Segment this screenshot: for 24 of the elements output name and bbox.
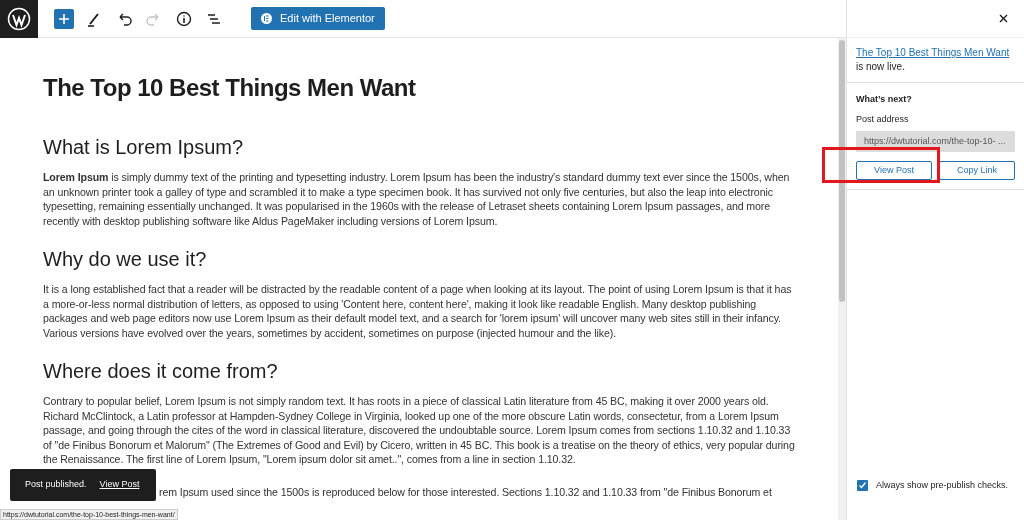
- elementor-logo-icon: [261, 13, 272, 24]
- post-title-link[interactable]: The Top 10 Best Things Men Want: [856, 47, 1010, 58]
- notice-text: is now live.: [856, 61, 905, 72]
- section-heading[interactable]: What is Lorem Ipsum?: [43, 134, 798, 160]
- post-title[interactable]: The Top 10 Best Things Men Want: [43, 72, 798, 104]
- paragraph[interactable]: Contrary to popular belief, Lorem Ipsum is not simply random text. It has roots in a piece of classical Latin literature from 45 BC, making it over 2000 years old. Richard McClintock, a Latin professor at Hampden-Sydney College in Virginia, looked up one of the more obscure Latin words, consectetur, from a Lorem Ipsum passage, and going through the cites of the word in classical literature, discovered the undoubtable source. Lorem Ipsum comes from sections 1.10.32 and 1.10.33 of "de Finibus Bonorum et Malorum" (The Extremes of Good and Evil) by Cicero, written in 45 BC. This book is a treatise on the theory of ethics, very popular during the Renaissance. The first line of Lorem Ipsum, "Lorem ipsum dolor sit amet..", comes from a line in section 1.10.32.: [43, 394, 798, 467]
- close-icon[interactable]: [999, 14, 1008, 23]
- paragraph[interactable]: Lorem Ipsum is simply dummy text of the printing and typesetting industry. Lorem Ipsum has been the industry's standard dummy text ever since the 1500s, when an unknown printer took a galley of type and scrambled it to make a type specimen book. It has survived not only five centuries, but also the leap into electronic typesetting, remaining essentially unchanged. It was popularised in the 1960s with the release of Letraset sheets containing Lorem Ipsum passages, and more recently with desktop publishing software like Aldus PageMaker including versions of Lorem Ipsum.: [43, 170, 798, 228]
- section-heading: What’s next?: [856, 93, 913, 106]
- view-post-link[interactable]: View Post: [99, 478, 140, 492]
- paragraph[interactable]: It is a long established fact that a reader will be distracted by the readable content of a page when looking at its layout. The point of using Lorem Ipsum is that it has a more-or-less normal distribution of letters, as opposed to using 'Content here, content here', making it look like readable English. Many desktop publishing packages and web page editors now use Lorem Ipsum as their default model text, and a search for 'lorem ipsum' will uncover many web sites still in their infancy. Various versions have evolved over the years, sometimes by accident, sometimes on purpose (injected humour and the like).: [43, 282, 798, 340]
- scrollbar[interactable]: [838, 38, 846, 520]
- sidebar-button[interactable]: Copy Link: [939, 161, 1015, 180]
- wordpress-logo-icon[interactable]: [0, 0, 38, 38]
- field-label: Post address: [856, 112, 910, 126]
- snackbar-message: Post published.: [25, 478, 87, 492]
- sidebar-button[interactable]: View Post: [856, 161, 932, 180]
- section-heading[interactable]: Where does it come from?: [43, 358, 798, 384]
- post-address-field[interactable]: https://dwtutorial.com/the-top-10- ...: [856, 131, 1015, 152]
- edit-with-elementor-button[interactable]: Edit with Elementor: [251, 7, 385, 30]
- add-block-button[interactable]: [54, 8, 74, 29]
- section-heading[interactable]: Why do we use it?: [43, 246, 798, 272]
- checkbox[interactable]: [857, 479, 868, 491]
- checkbox-label: Always show pre-publish checks.: [876, 478, 1009, 492]
